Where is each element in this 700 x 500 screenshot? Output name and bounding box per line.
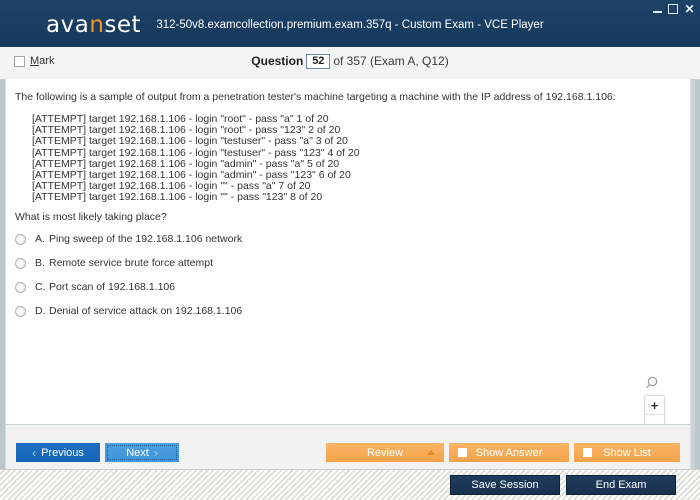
review-button-label: Review bbox=[367, 447, 403, 459]
show-list-button[interactable]: Show List bbox=[574, 443, 680, 462]
answer-option-letter: C. bbox=[35, 281, 49, 293]
close-icon[interactable]: ✕ bbox=[684, 3, 695, 14]
radio-button-icon[interactable] bbox=[15, 258, 26, 269]
answer-option-text: Remote service brute force attempt bbox=[49, 257, 213, 269]
window-frame-right bbox=[695, 47, 700, 469]
zoom-out-button[interactable]: – bbox=[645, 415, 664, 424]
answer-option-letter: D. bbox=[35, 305, 49, 317]
chevron-right-icon: › bbox=[154, 447, 158, 459]
answer-option-text: Ping sweep of the 192.168.1.106 network bbox=[49, 233, 242, 245]
review-button[interactable]: Review bbox=[326, 443, 444, 462]
answer-option-text: Port scan of 192.168.1.106 bbox=[49, 281, 175, 293]
question-content-pane: The following is a sample of output from… bbox=[5, 79, 691, 424]
zoom-in-button[interactable]: + bbox=[645, 396, 664, 415]
attempt-log-line: [ATTEMPT] target 192.168.1.106 - login "… bbox=[32, 192, 360, 203]
magnifier-icon[interactable] bbox=[645, 375, 663, 393]
previous-button[interactable]: ‹ Previous bbox=[16, 443, 100, 462]
attempt-log-line: [ATTEMPT] target 192.168.1.106 - login "… bbox=[32, 136, 360, 147]
answer-option[interactable]: C.Port scan of 192.168.1.106 bbox=[15, 279, 615, 295]
answer-options-list: A.Ping sweep of the 192.168.1.106 networ… bbox=[15, 231, 615, 327]
checkbox-square-icon bbox=[458, 448, 467, 457]
chevron-left-icon: ‹ bbox=[32, 447, 36, 459]
show-list-button-label: Show List bbox=[603, 447, 651, 459]
minimize-icon[interactable] bbox=[653, 4, 662, 13]
save-session-button[interactable]: Save Session bbox=[450, 475, 560, 495]
navigation-bar: ‹ Previous Next › Review Show Answer Sho… bbox=[5, 425, 691, 469]
radio-button-icon[interactable] bbox=[15, 306, 26, 317]
show-answer-button[interactable]: Show Answer bbox=[449, 443, 569, 462]
end-exam-button[interactable]: End Exam bbox=[566, 475, 676, 495]
maximize-icon[interactable] bbox=[668, 4, 678, 14]
title-bar: avanset 312-50v8.examcollection.premium.… bbox=[0, 0, 700, 48]
answer-option[interactable]: B.Remote service brute force attempt bbox=[15, 255, 615, 271]
status-bar: Save Session End Exam bbox=[0, 469, 700, 500]
answer-option[interactable]: A.Ping sweep of the 192.168.1.106 networ… bbox=[15, 231, 615, 247]
radio-button-icon[interactable] bbox=[15, 234, 26, 245]
window-title: 312-50v8.examcollection.premium.exam.357… bbox=[0, 19, 700, 31]
vce-player-window: avanset 312-50v8.examcollection.premium.… bbox=[0, 0, 700, 500]
question-word-label: Question bbox=[251, 54, 303, 68]
zoom-control: + – bbox=[644, 395, 665, 424]
answer-option-letter: A. bbox=[35, 233, 49, 245]
triangle-up-icon bbox=[427, 450, 435, 455]
attempt-log-block: [ATTEMPT] target 192.168.1.106 - login "… bbox=[32, 114, 360, 204]
answer-option-letter: B. bbox=[35, 257, 49, 269]
window-controls: ✕ bbox=[653, 3, 695, 14]
checkbox-square-icon bbox=[583, 448, 592, 457]
question-header-bar: Mark Question52of 357 (Exam A, Q12) bbox=[0, 47, 700, 80]
question-total-label: of 357 (Exam A, Q12) bbox=[333, 54, 448, 68]
answer-option-text: Denial of service attack on 192.168.1.10… bbox=[49, 305, 242, 317]
radio-button-icon[interactable] bbox=[15, 282, 26, 293]
question-counter: Question52of 357 (Exam A, Q12) bbox=[0, 54, 700, 69]
question-prompt: What is most likely taking place? bbox=[15, 211, 167, 223]
next-button-label: Next bbox=[126, 447, 149, 459]
question-number-input[interactable]: 52 bbox=[306, 54, 330, 69]
show-answer-button-label: Show Answer bbox=[476, 447, 543, 459]
previous-button-label: Previous bbox=[41, 447, 84, 459]
next-button[interactable]: Next › bbox=[105, 443, 179, 462]
answer-option[interactable]: D.Denial of service attack on 192.168.1.… bbox=[15, 303, 615, 319]
question-stem: The following is a sample of output from… bbox=[15, 91, 616, 103]
